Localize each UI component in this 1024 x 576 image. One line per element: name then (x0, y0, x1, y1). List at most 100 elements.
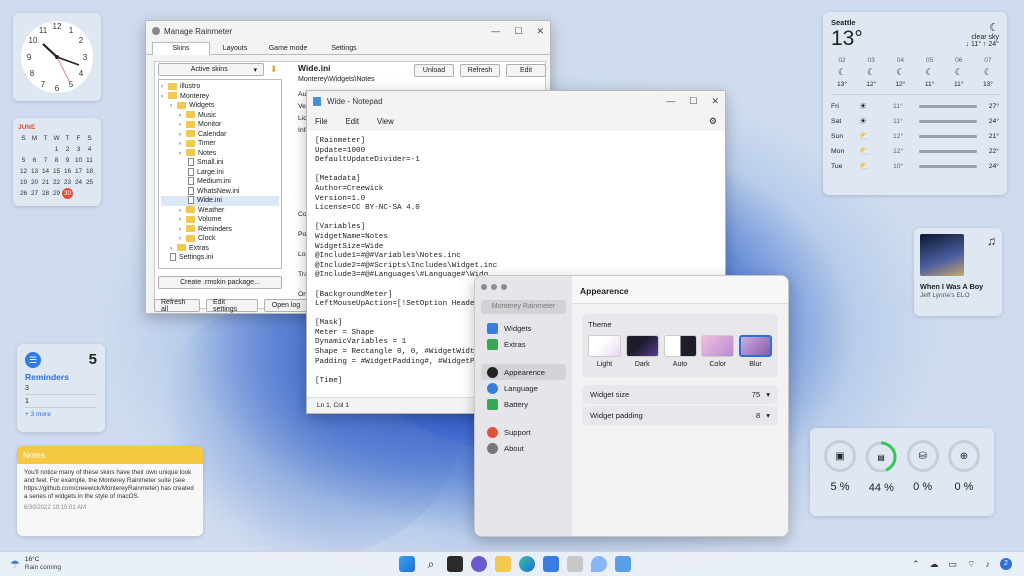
refresh-button[interactable]: Refresh (460, 64, 500, 77)
calendar-day[interactable]: 9 (62, 155, 73, 166)
tree-folder[interactable]: › Monitor (161, 120, 279, 130)
nav-extras[interactable]: Extras (481, 336, 566, 352)
padding-row[interactable]: Widget padding 8 ▾ (582, 406, 778, 425)
calendar-day[interactable]: 26 (18, 188, 29, 199)
nav-about[interactable]: About (481, 440, 566, 456)
menu-file[interactable]: File (315, 117, 328, 126)
calendar-day[interactable]: 24 (73, 177, 84, 188)
calendar-day[interactable]: 10 (73, 155, 84, 166)
theme-option[interactable]: Dark (625, 335, 659, 368)
maximize-dot[interactable] (501, 284, 507, 290)
store-icon[interactable] (543, 556, 559, 572)
expander-icon[interactable]: › (161, 93, 168, 103)
tree-file[interactable]: Wide.ini (161, 196, 279, 206)
calendar-day[interactable]: 6 (29, 155, 40, 166)
create-rmskin-button[interactable]: Create .rmskin package... (158, 276, 282, 289)
nav-language[interactable]: Language (481, 380, 566, 396)
theme-swatch[interactable] (701, 335, 735, 357)
tree-folder[interactable]: › illustro (161, 82, 279, 92)
cloud-icon[interactable]: ☁ (930, 559, 939, 570)
tree-folder[interactable]: › Notes (161, 149, 279, 159)
notepad-titlebar[interactable]: Wide - Notepad — ☐ ✕ (307, 91, 725, 111)
nav-support[interactable]: Support (481, 424, 566, 440)
notification-icon[interactable]: 2 (1000, 558, 1012, 570)
calendar-day[interactable]: 28 (40, 188, 51, 199)
calendar-day[interactable]: 8 (51, 155, 62, 166)
tree-file[interactable]: WhatsNew.ini (161, 186, 279, 197)
calendar-day[interactable]: 5 (18, 155, 29, 166)
drop-icon[interactable] (591, 556, 607, 572)
gear-icon[interactable]: ⚙ (709, 116, 717, 127)
calendar-day[interactable]: 2 (62, 144, 73, 155)
edit-button[interactable]: Edit (506, 64, 546, 77)
calendar-day[interactable] (84, 188, 95, 199)
close-icon[interactable]: ✕ (711, 96, 719, 107)
nav-battery[interactable]: Battery (481, 396, 566, 412)
calendar-day[interactable]: 16 (62, 166, 73, 177)
refresh-all-button[interactable]: Refresh all (154, 299, 200, 313)
tree-folder[interactable]: › Monterey (161, 92, 279, 102)
expander-icon[interactable]: › (179, 150, 186, 160)
rainmeter-taskbar-icon[interactable] (567, 556, 583, 572)
calendar-day[interactable]: 19 (18, 177, 29, 188)
chevron-down-icon[interactable]: ▾ (766, 390, 770, 399)
theme-swatch[interactable] (625, 335, 659, 357)
start-icon[interactable] (399, 556, 415, 572)
calendar-day[interactable]: 4 (84, 144, 95, 155)
tree-folder[interactable]: › Volume (161, 215, 279, 225)
maximize-icon[interactable]: ☐ (514, 26, 522, 37)
calendar-day[interactable]: 27 (29, 188, 40, 199)
minimize-dot[interactable] (491, 284, 497, 290)
minimize-icon[interactable]: — (666, 96, 675, 107)
tree-folder[interactable]: › Calendar (161, 130, 279, 140)
calendar-day[interactable]: 25 (84, 177, 95, 188)
chevron-down-icon[interactable]: ▾ (766, 411, 770, 420)
tab-game-mode[interactable]: Game mode (260, 45, 316, 52)
tab-skins[interactable]: Skins (152, 42, 210, 55)
menu-edit[interactable]: Edit (346, 117, 359, 126)
tree-folder[interactable]: › Music (161, 111, 279, 121)
calendar-day[interactable]: 23 (62, 177, 73, 188)
notepad-taskbar-icon[interactable] (615, 556, 631, 572)
menu-view[interactable]: View (377, 117, 394, 126)
chat-icon[interactable] (471, 556, 487, 572)
calendar-day[interactable]: 20 (29, 177, 40, 188)
calendar-day[interactable]: 11 (84, 155, 95, 166)
skins-tree[interactable]: › illustro › Monterey › Widgets › Music › Monitor… (158, 79, 282, 269)
file-explorer-icon[interactable] (495, 556, 511, 572)
tree-file[interactable]: Small.ini (161, 158, 279, 168)
search-field[interactable]: Monterey Rainmeter (481, 300, 566, 314)
reminder-item[interactable]: 1 (25, 398, 97, 408)
reminder-item[interactable]: 3 (25, 385, 97, 395)
close-icon[interactable]: ✕ (536, 26, 544, 37)
add-skin-icon[interactable]: ⬇ (270, 64, 278, 75)
reminders-more[interactable]: + 3 more (25, 411, 97, 418)
nav-widgets[interactable]: Widgets (481, 320, 566, 336)
tree-folder[interactable]: › Extras (161, 244, 279, 254)
theme-swatch[interactable] (588, 335, 621, 357)
calendar-day[interactable]: 15 (51, 166, 62, 177)
wifi-icon[interactable]: ⌔ (967, 559, 975, 570)
theme-option[interactable]: Auto (663, 335, 697, 368)
tree-folder[interactable]: › Clock (161, 234, 279, 244)
tree-folder[interactable]: › Weather (161, 206, 279, 216)
calendar-day[interactable]: 1 (51, 144, 62, 155)
calendar-day[interactable]: 3 (73, 144, 84, 155)
tab-settings[interactable]: Settings (316, 45, 372, 52)
tree-folder[interactable]: › Widgets (161, 101, 279, 111)
calendar-day[interactable]: 18 (84, 166, 95, 177)
size-value[interactable]: 75 (752, 390, 760, 399)
display-icon[interactable]: ▭ (949, 559, 958, 570)
theme-swatch[interactable] (663, 335, 697, 357)
calendar-day[interactable]: 13 (29, 166, 40, 177)
manage-titlebar[interactable]: Manage Rainmeter — ☐ ✕ (146, 21, 550, 41)
calendar-day[interactable]: 17 (73, 166, 84, 177)
theme-swatch[interactable] (739, 335, 772, 357)
notes-widget[interactable]: Notes You'll notice many of these skins … (17, 446, 203, 536)
maximize-icon[interactable]: ☐ (689, 96, 697, 107)
padding-value[interactable]: 8 (756, 411, 760, 420)
tab-layouts[interactable]: Layouts (210, 45, 260, 52)
theme-option[interactable]: Color (701, 335, 735, 368)
search-icon[interactable]: ⌕ (423, 556, 439, 572)
tree-file[interactable]: Large.ini (161, 167, 279, 178)
